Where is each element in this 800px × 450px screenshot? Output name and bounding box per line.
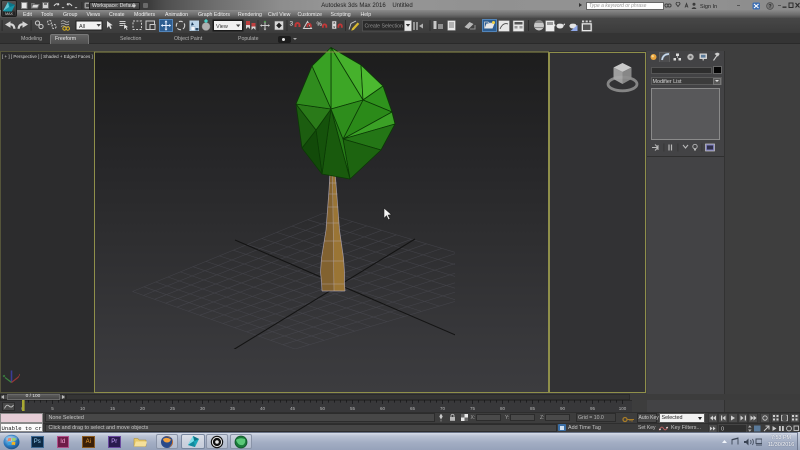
svg-text:%: % [317,22,323,28]
svg-text:55: 55 [350,406,356,411]
svg-text:25: 25 [170,406,176,411]
svg-text:100: 100 [619,406,627,411]
svg-text:Create Selection S: Create Selection S [365,24,409,30]
svg-text:5: 5 [51,406,54,411]
svg-text:All: All [79,24,85,30]
svg-text:60: 60 [380,406,386,411]
svg-text:70: 70 [440,406,446,411]
svg-text:15: 15 [110,406,116,411]
svg-text:Sign In: Sign In [700,4,717,10]
svg-text:40: 40 [260,406,266,411]
svg-text:80: 80 [500,406,506,411]
svg-text:10: 10 [80,406,86,411]
svg-text:65: 65 [410,406,416,411]
svg-text:90: 90 [560,406,566,411]
svg-text:View: View [216,24,228,30]
svg-text:85: 85 [530,406,536,411]
svg-text:?: ? [768,4,771,10]
svg-text:75: 75 [470,406,476,411]
svg-text:30: 30 [200,406,206,411]
svg-text:95: 95 [590,406,596,411]
svg-text:45: 45 [290,406,296,411]
svg-text:3: 3 [290,21,294,28]
svg-text:35: 35 [230,406,236,411]
svg-text:50: 50 [320,406,326,411]
svg-text:20: 20 [140,406,146,411]
